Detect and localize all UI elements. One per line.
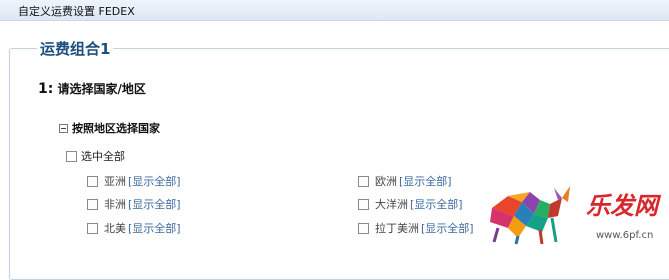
region-label-africa: 非洲 (104, 198, 126, 211)
show-all-link-asia[interactable]: [显示全部] (128, 173, 181, 189)
region-checkbox-oceania[interactable] (358, 198, 369, 210)
step-number: 1: (38, 81, 54, 97)
watermark-site-text: www.6pf.cn (596, 230, 653, 241)
watermark-brand-text: 乐发网 (586, 191, 662, 220)
select-all-row[interactable]: 选中全部 (66, 149, 125, 163)
collapse-toggle-icon[interactable] (59, 123, 68, 133)
show-all-link-africa[interactable]: [显示全部] (128, 196, 181, 212)
region-row-north-america[interactable]: 北美 [显示全部] (87, 221, 181, 235)
region-tree-node[interactable]: 按照地区选择国家 (59, 121, 160, 135)
watermark-logo: 乐发网 www.6pf.cn (490, 186, 662, 245)
region-label-latin-america: 拉丁美洲 (375, 222, 419, 235)
select-all-label: 选中全部 (81, 150, 125, 163)
region-label-north-america: 北美 (104, 222, 126, 235)
region-checkbox-europe[interactable] (358, 175, 369, 187)
region-checkbox-north-america[interactable] (87, 222, 98, 234)
region-label-europe: 欧洲 (375, 175, 397, 188)
region-row-asia[interactable]: 亚洲 [显示全部] (87, 174, 181, 188)
region-label-oceania: 大洋洲 (375, 198, 408, 211)
region-row-europe[interactable]: 欧洲 [显示全部] (358, 174, 452, 188)
show-all-link-oceania[interactable]: [显示全部] (410, 196, 463, 212)
window-title-bar: 自定义运费设置 FEDEX (0, 0, 669, 21)
bull-icon (490, 186, 570, 245)
region-row-latin-america[interactable]: 拉丁美洲 [显示全部] (358, 221, 474, 235)
group-legend: 运费组合1 (37, 38, 114, 59)
window-title: 自定义运费设置 FEDEX (18, 5, 135, 18)
show-all-link-latin-america[interactable]: [显示全部] (421, 220, 474, 236)
region-label-asia: 亚洲 (104, 175, 126, 188)
region-checkbox-africa[interactable] (87, 198, 98, 210)
show-all-link-north-america[interactable]: [显示全部] (128, 220, 181, 236)
region-row-oceania[interactable]: 大洋洲 [显示全部] (358, 197, 463, 211)
step-heading: 1: 请选择国家/地区 (38, 80, 146, 97)
show-all-link-europe[interactable]: [显示全部] (399, 173, 452, 189)
step-text: 请选择国家/地区 (57, 82, 146, 96)
region-row-africa[interactable]: 非洲 [显示全部] (87, 197, 181, 211)
region-checkbox-asia[interactable] (87, 175, 98, 187)
by-region-label: 按照地区选择国家 (72, 122, 160, 135)
region-checkbox-latin-america[interactable] (358, 222, 369, 234)
select-all-checkbox[interactable] (66, 150, 77, 162)
